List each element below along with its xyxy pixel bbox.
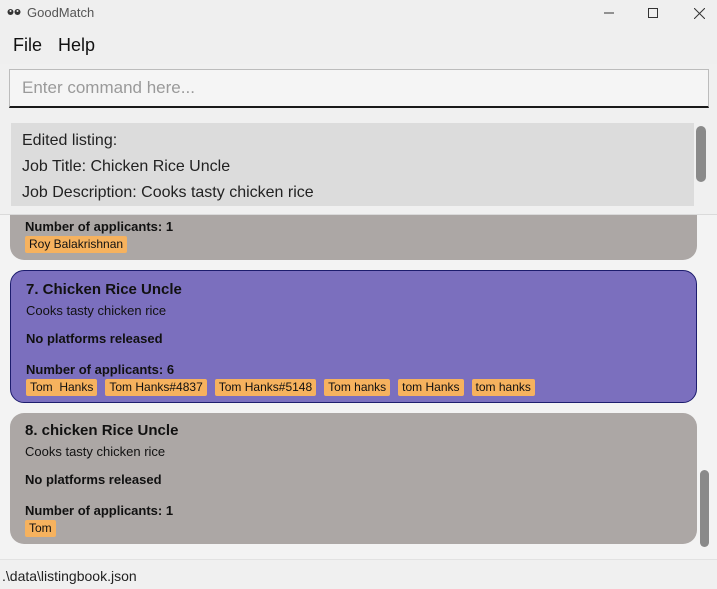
result-line: Edited listing: bbox=[22, 132, 118, 149]
applicant-tag: Roy Balakrishnan bbox=[25, 236, 128, 253]
listing-title: 7. Chicken Rice Uncle bbox=[26, 281, 182, 298]
applicant-tag: Tom Hanks#4837 bbox=[105, 379, 207, 396]
menu-bar: File Help bbox=[0, 26, 717, 64]
result-scrollbar[interactable] bbox=[696, 126, 706, 182]
result-line: Job Description: Cooks tasty chicken ric… bbox=[22, 184, 314, 201]
listing-description: Cooks tasty chicken rice bbox=[26, 303, 167, 318]
listing-platforms: No platforms released bbox=[25, 472, 162, 487]
listing-title: 8. chicken Rice Uncle bbox=[25, 422, 179, 439]
minimize-icon bbox=[604, 12, 614, 14]
listing-card-selected[interactable]: 7. Chicken Rice Uncle Cooks tasty chicke… bbox=[10, 270, 697, 403]
listing-card[interactable]: Number of applicants: 1 Roy Balakrishnan bbox=[10, 215, 697, 260]
result-line: Job Title: Chicken Rice Uncle bbox=[22, 158, 231, 175]
applicant-tag: tom hanks bbox=[471, 379, 535, 396]
status-file-path: .\data\listingbook.json bbox=[2, 568, 137, 584]
applicant-tags: Roy Balakrishnan bbox=[25, 236, 128, 253]
applicant-tag: Tom hanks bbox=[324, 379, 391, 396]
command-box bbox=[9, 69, 709, 108]
applicant-tag: tom Hanks bbox=[398, 379, 464, 396]
result-display[interactable]: Edited listing: Job Title: Chicken Rice … bbox=[11, 123, 694, 206]
close-button[interactable] bbox=[676, 0, 717, 26]
app-logo-icon bbox=[7, 9, 21, 15]
listing-scrollbar[interactable] bbox=[700, 470, 709, 547]
maximize-button[interactable] bbox=[630, 0, 676, 26]
applicant-tag: Tom Hanks#5148 bbox=[214, 379, 317, 396]
listing-card[interactable]: 8. chicken Rice Uncle Cooks tasty chicke… bbox=[10, 413, 697, 544]
listing-description: Cooks tasty chicken rice bbox=[25, 444, 166, 459]
window-title: GoodMatch bbox=[27, 5, 95, 20]
command-input[interactable] bbox=[10, 70, 708, 106]
applicant-count: Number of applicants: 1 bbox=[25, 503, 174, 518]
menu-file[interactable]: File bbox=[13, 35, 42, 56]
listing-platforms: No platforms released bbox=[26, 331, 163, 346]
minimize-button[interactable] bbox=[586, 0, 632, 26]
maximize-icon bbox=[648, 8, 658, 18]
applicant-tags: Tom Hanks Tom Hanks#4837 Tom Hanks#5148 … bbox=[26, 379, 535, 396]
applicant-tags: Tom bbox=[25, 520, 56, 537]
title-bar: GoodMatch bbox=[0, 0, 717, 26]
applicant-count: Number of applicants: 1 bbox=[25, 219, 174, 234]
applicant-count: Number of applicants: 6 bbox=[26, 362, 175, 377]
listing-list[interactable]: Number of applicants: 1 Roy Balakrishnan… bbox=[0, 215, 717, 559]
close-icon bbox=[693, 7, 705, 19]
applicant-tag: Tom bbox=[25, 520, 56, 537]
applicant-tag: Tom Hanks bbox=[26, 379, 98, 396]
status-bar: .\data\listingbook.json bbox=[0, 559, 717, 589]
menu-help[interactable]: Help bbox=[58, 35, 95, 56]
